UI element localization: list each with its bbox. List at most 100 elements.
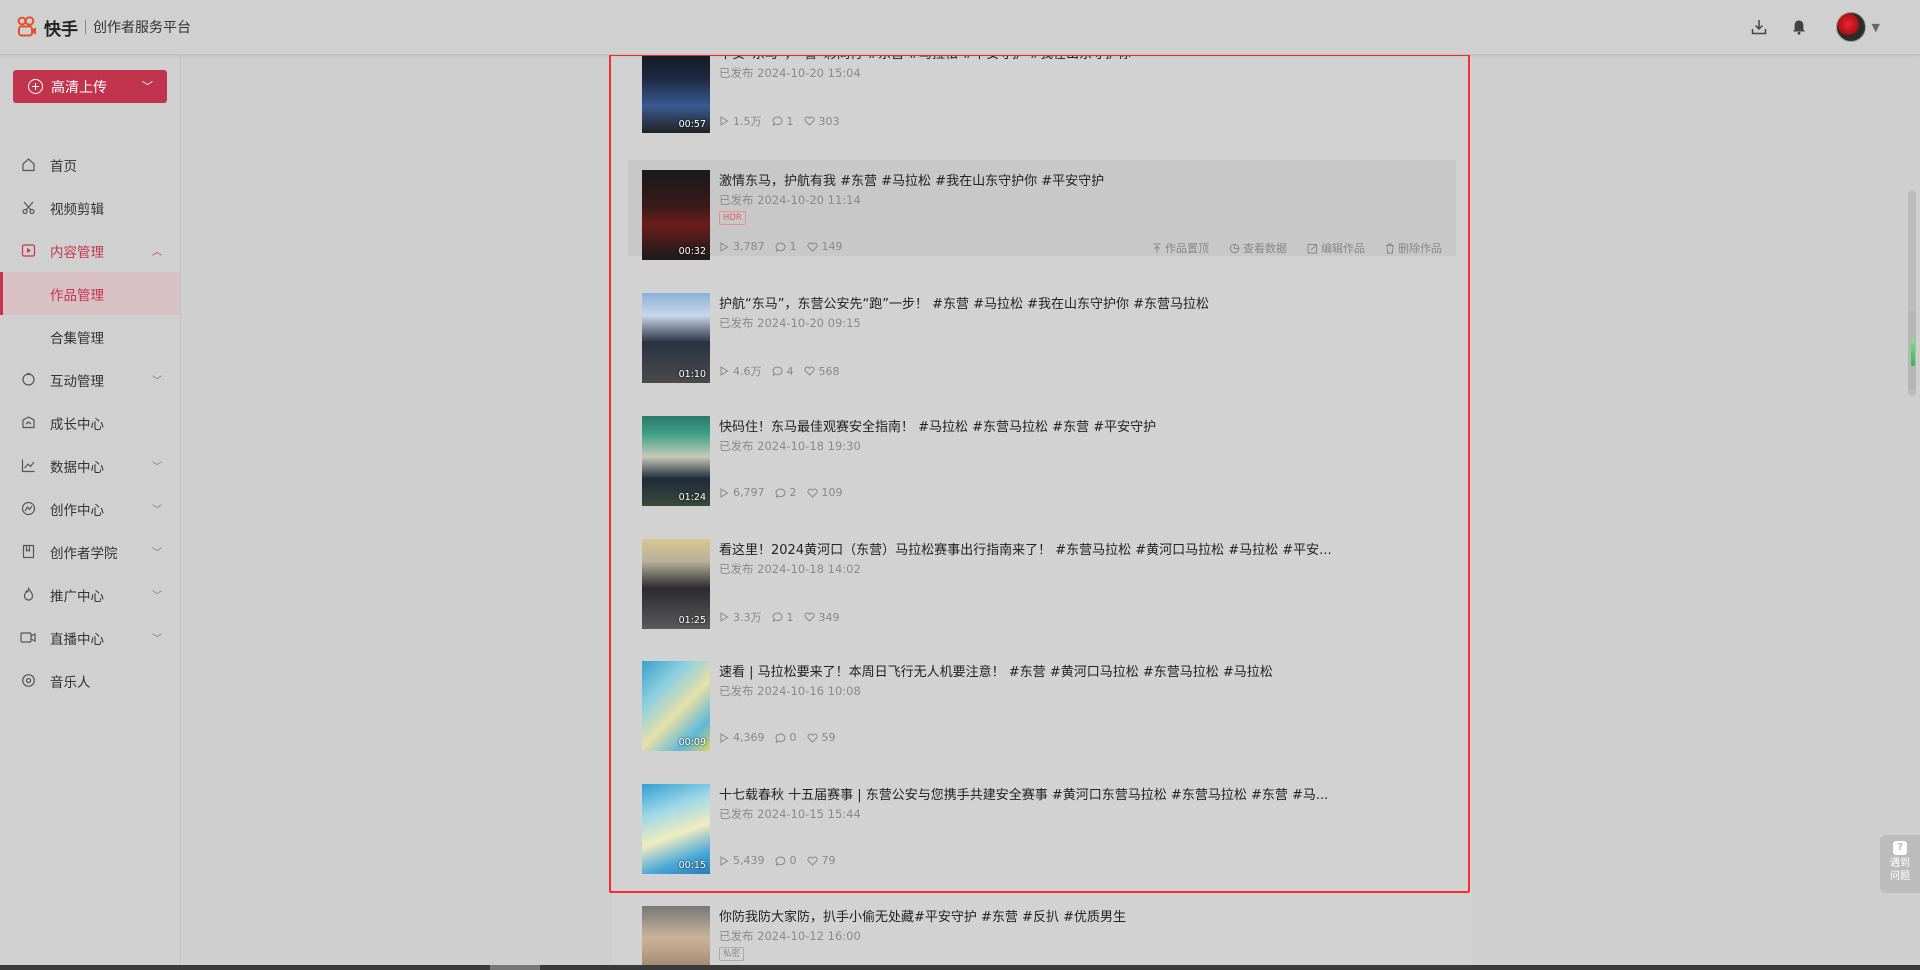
video-thumbnail[interactable]: 01:10 <box>642 293 710 383</box>
chevron-down-icon[interactable]: ▼ <box>1872 21 1880 34</box>
play-count-value: 4.6万 <box>733 365 762 378</box>
video-duration: 01:10 <box>678 369 706 380</box>
video-duration: 00:09 <box>678 737 706 748</box>
upload-button[interactable]: 高清上传 ﹀ <box>13 70 167 103</box>
publish-date: 已发布 2024-10-12 16:00 <box>719 929 861 943</box>
work-title[interactable]: 平安“东马”，“警”彩同行 #东营 #马拉松 #平安守护 #我在山东守护你 <box>719 54 1131 62</box>
bell-icon[interactable] <box>1788 16 1810 38</box>
sidebar-item-musician[interactable]: 音乐人 <box>0 659 180 702</box>
list-item[interactable]: 00:09 速看 | 马拉松要来了！本周日飞行无人机要注意！ #东营 #黄河口马… <box>628 651 1456 751</box>
chevron-down-icon: ﹀ <box>152 505 162 516</box>
sidebar-item-data-center[interactable]: 数据中心 ﹀ <box>0 444 180 487</box>
comment-icon <box>774 733 785 743</box>
view-data-button[interactable]: 查看数据 <box>1229 240 1287 256</box>
bottom-scrollbar[interactable] <box>0 965 1920 970</box>
like-count-value: 109 <box>821 486 843 499</box>
sidebar-item-interaction[interactable]: 互动管理 ﹀ <box>0 358 180 401</box>
chevron-down-icon: ﹀ <box>152 376 162 387</box>
download-icon[interactable] <box>1748 16 1770 38</box>
logo[interactable]: 快手 创作者服务平台 <box>16 14 191 40</box>
sidebar-item-works-management[interactable]: 作品管理 <box>0 272 180 315</box>
like-count-value: 349 <box>818 610 840 624</box>
sidebar-item-growth[interactable]: 成长中心 <box>0 401 180 444</box>
sidebar-item-video-edit[interactable]: 视频剪辑 <box>0 186 180 229</box>
sidebar-item-label: 推广中心 <box>50 588 104 605</box>
sidebar-item-content-management[interactable]: 内容管理 ︿ <box>0 229 180 272</box>
pin-icon <box>1153 243 1161 253</box>
publish-date: 已发布 2024-10-15 15:44 <box>719 807 861 821</box>
video-thumbnail[interactable] <box>642 906 710 970</box>
brand-name: 快手 <box>44 19 78 40</box>
play-count-value: 3,787 <box>733 240 765 253</box>
list-item[interactable]: 00:57 平安“东马”，“警”彩同行 #东营 #马拉松 #平安守护 #我在山东… <box>628 54 1456 133</box>
chevron-up-icon: ︿ <box>152 247 162 258</box>
like-count: 79 <box>806 854 836 867</box>
like-count: 568 <box>803 363 840 379</box>
like-count-value: 149 <box>821 240 843 253</box>
list-item[interactable]: 01:25 看这里！2024黄河口（东营）马拉松赛事出行指南来了！ #东营马拉松… <box>628 529 1456 629</box>
pin-work-button[interactable]: 作品置顶 <box>1152 240 1209 256</box>
work-title[interactable]: 看这里！2024黄河口（东营）马拉松赛事出行指南来了！ #东营马拉松 #黄河口马… <box>719 539 1332 558</box>
view-data-label: 查看数据 <box>1243 242 1287 255</box>
comment-icon <box>771 366 782 376</box>
sidebar-item-promotion-center[interactable]: 推广中心 ﹀ <box>0 573 180 616</box>
work-stats: 3,787 1 149 <box>719 240 853 253</box>
chevron-down-icon[interactable]: ﹀ <box>142 78 153 94</box>
sidebar-item-collection-management[interactable]: 合集管理 <box>0 315 180 358</box>
edit-work-button[interactable]: 编辑作品 <box>1307 240 1365 256</box>
trash-icon <box>1386 243 1394 253</box>
video-thumbnail[interactable]: 00:57 <box>642 54 710 133</box>
work-title[interactable]: 你防我防大家防，扒手小偷无处藏#平安守护 #东营 #反扒 #优质男生 <box>719 906 1126 925</box>
video-duration: 00:15 <box>678 860 706 871</box>
sidebar-item-live-center[interactable]: 直播中心 ﹀ <box>0 616 180 659</box>
video-duration: 01:24 <box>678 492 706 503</box>
work-title[interactable]: 激情东马，护航有我 #东营 #马拉松 #我在山东守护你 #平安守护 <box>719 170 1104 189</box>
chevron-down-icon: ﹀ <box>152 634 162 645</box>
sidebar-item-label: 合集管理 <box>50 330 104 347</box>
sidebar-item-creator-academy[interactable]: 创作者学院 ﹀ <box>0 530 180 573</box>
pin-work-label: 作品置顶 <box>1165 242 1209 255</box>
list-item[interactable]: 你防我防大家防，扒手小偷无处藏#平安守护 #东营 #反扒 #优质男生 已发布 2… <box>628 896 1456 970</box>
bottom-scrollbar-thumb[interactable] <box>490 965 540 970</box>
comment-count: 1 <box>774 240 797 253</box>
help-label-line2: 问题 <box>1890 871 1910 882</box>
like-count: 109 <box>806 486 843 499</box>
video-thumbnail[interactable]: 00:09 <box>642 661 710 751</box>
play-icon <box>720 241 729 252</box>
play-count: 5,439 <box>719 854 765 867</box>
avatar[interactable] <box>1835 12 1866 42</box>
work-title[interactable]: 速看 | 马拉松要来了！本周日飞行无人机要注意！ #东营 #黄河口马拉松 #东营… <box>719 661 1273 680</box>
list-item[interactable]: 00:15 十七载春秋 十五届赛事 | 东营公安与您携手共建安全赛事 #黄河口东… <box>628 774 1456 874</box>
comment-count-value: 1 <box>786 610 794 624</box>
delete-work-button[interactable]: 删除作品 <box>1385 240 1442 256</box>
comment-count: 0 <box>774 854 797 867</box>
list-item[interactable]: 01:10 护航“东马”，东营公安先“跑”一步！ #东营 #马拉松 #我在山东守… <box>628 283 1456 383</box>
comment-count: 4 <box>771 363 794 379</box>
video-thumbnail[interactable]: 00:15 <box>642 784 710 874</box>
sidebar-item-home[interactable]: 首页 <box>0 143 180 186</box>
sidebar-item-label: 直播中心 <box>50 631 104 648</box>
work-title[interactable]: 快码住！东马最佳观赛安全指南！ #马拉松 #东营马拉松 #东营 #平安守护 <box>719 416 1156 435</box>
like-count: 349 <box>803 609 840 625</box>
list-item[interactable]: 00:32 激情东马，护航有我 #东营 #马拉松 #我在山东守护你 #平安守护 … <box>628 160 1456 260</box>
help-label-line1: 遇到 <box>1890 858 1910 869</box>
sidebar-item-label: 内容管理 <box>50 244 104 261</box>
work-title[interactable]: 护航“东马”，东营公安先“跑”一步！ #东营 #马拉松 #我在山东守护你 #东营… <box>719 293 1209 312</box>
video-duration: 01:25 <box>678 615 706 626</box>
work-title[interactable]: 十七载春秋 十五届赛事 | 东营公安与您携手共建安全赛事 #黄河口东营马拉松 #… <box>719 784 1328 803</box>
comment-count-value: 2 <box>789 486 797 499</box>
video-thumbnail[interactable]: 00:32 <box>642 170 710 260</box>
fire-icon <box>20 587 36 603</box>
comment-count-value: 0 <box>789 854 797 867</box>
help-button[interactable]: ? 遇到 问题 <box>1880 835 1920 893</box>
video-thumbnail[interactable]: 01:24 <box>642 416 710 506</box>
sidebar: 高清上传 ﹀ 首页 视频剪辑 内容管理 ︿ 作品管理 合集管理 互动管理 ﹀ 成… <box>0 55 181 970</box>
heart-icon <box>806 242 818 252</box>
play-count-value: 4,369 <box>733 731 765 744</box>
comment-count: 1 <box>771 609 794 625</box>
comment-count-value: 4 <box>786 364 794 378</box>
list-item[interactable]: 01:24 快码住！东马最佳观赛安全指南！ #马拉松 #东营马拉松 #东营 #平… <box>628 406 1456 506</box>
video-thumbnail[interactable]: 01:25 <box>642 539 710 629</box>
play-icon <box>720 487 729 498</box>
sidebar-item-creation-center[interactable]: 创作中心 ﹀ <box>0 487 180 530</box>
